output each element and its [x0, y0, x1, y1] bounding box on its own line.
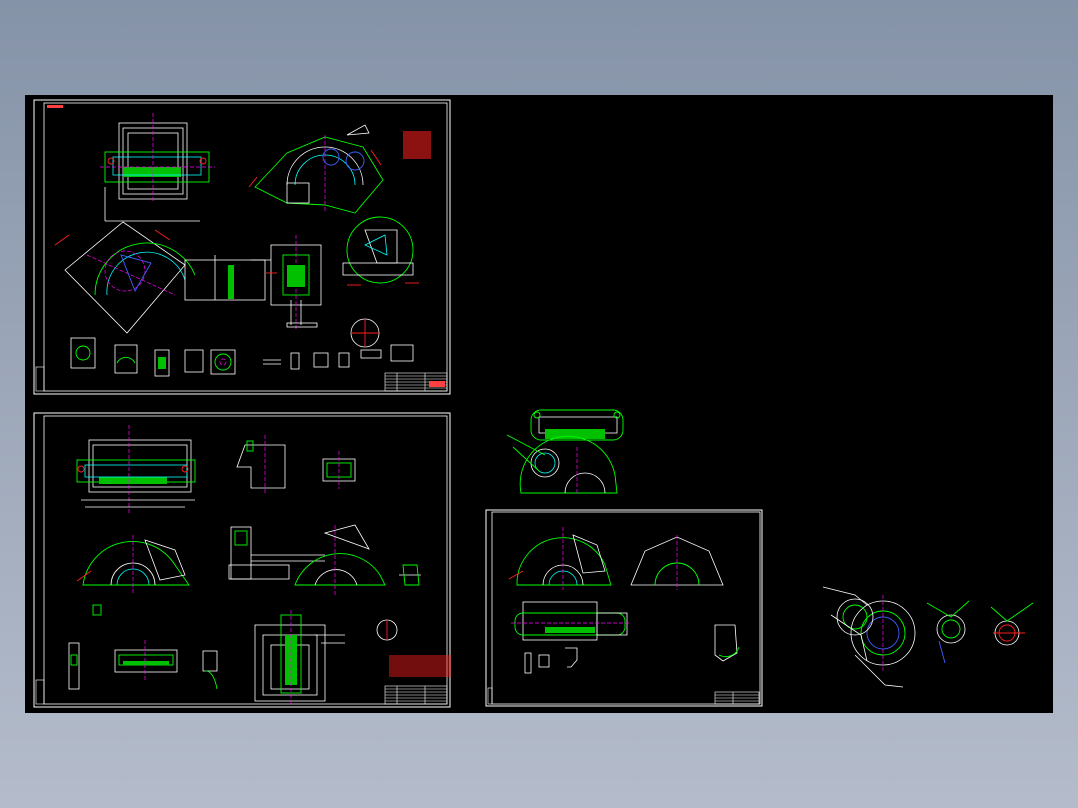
stepped-flange-section	[254, 610, 451, 705]
cover-plate-views	[822, 586, 1034, 688]
bracket-part-view	[236, 435, 356, 495]
sheet-3-side-strip	[487, 687, 493, 705]
top-view-assembly	[100, 113, 215, 222]
sector-side-view	[76, 535, 190, 616]
cover-sector-view	[508, 527, 612, 590]
sheet-3-border	[485, 509, 763, 707]
title-block-3	[714, 691, 760, 705]
sheet-2-side-strip	[35, 679, 45, 705]
housing-outline-view	[630, 535, 724, 590]
sheet-1-border	[33, 99, 451, 395]
title-block-2	[384, 685, 448, 705]
notes-text-block-2	[389, 655, 451, 677]
notes-text-block	[403, 131, 431, 159]
sheet-1-code-label	[47, 105, 63, 108]
cad-drawing	[33, 99, 1034, 708]
sheet-3-frame	[491, 511, 761, 705]
sheet-1	[33, 99, 451, 395]
sheet-2	[33, 412, 451, 708]
lower-parts-row	[68, 640, 218, 690]
small-parts-row	[70, 337, 414, 377]
housing-perspective-view	[506, 409, 624, 495]
stepped-shaft-view	[228, 524, 421, 595]
sheet-3	[485, 509, 763, 707]
title-block	[384, 372, 448, 392]
gear-housing-top-view	[76, 425, 196, 515]
circular-detail-view	[342, 216, 419, 348]
rotated-section-view	[54, 221, 266, 334]
side-view-sector	[248, 124, 431, 214]
sheet-1-side-strip	[35, 366, 45, 392]
shaft-section-view	[251, 235, 322, 329]
sheet-2-border	[33, 412, 451, 708]
gearbox-plan-view	[511, 601, 631, 641]
sheet-2-frame	[43, 415, 448, 705]
drawing-canvas[interactable]	[25, 95, 1053, 713]
